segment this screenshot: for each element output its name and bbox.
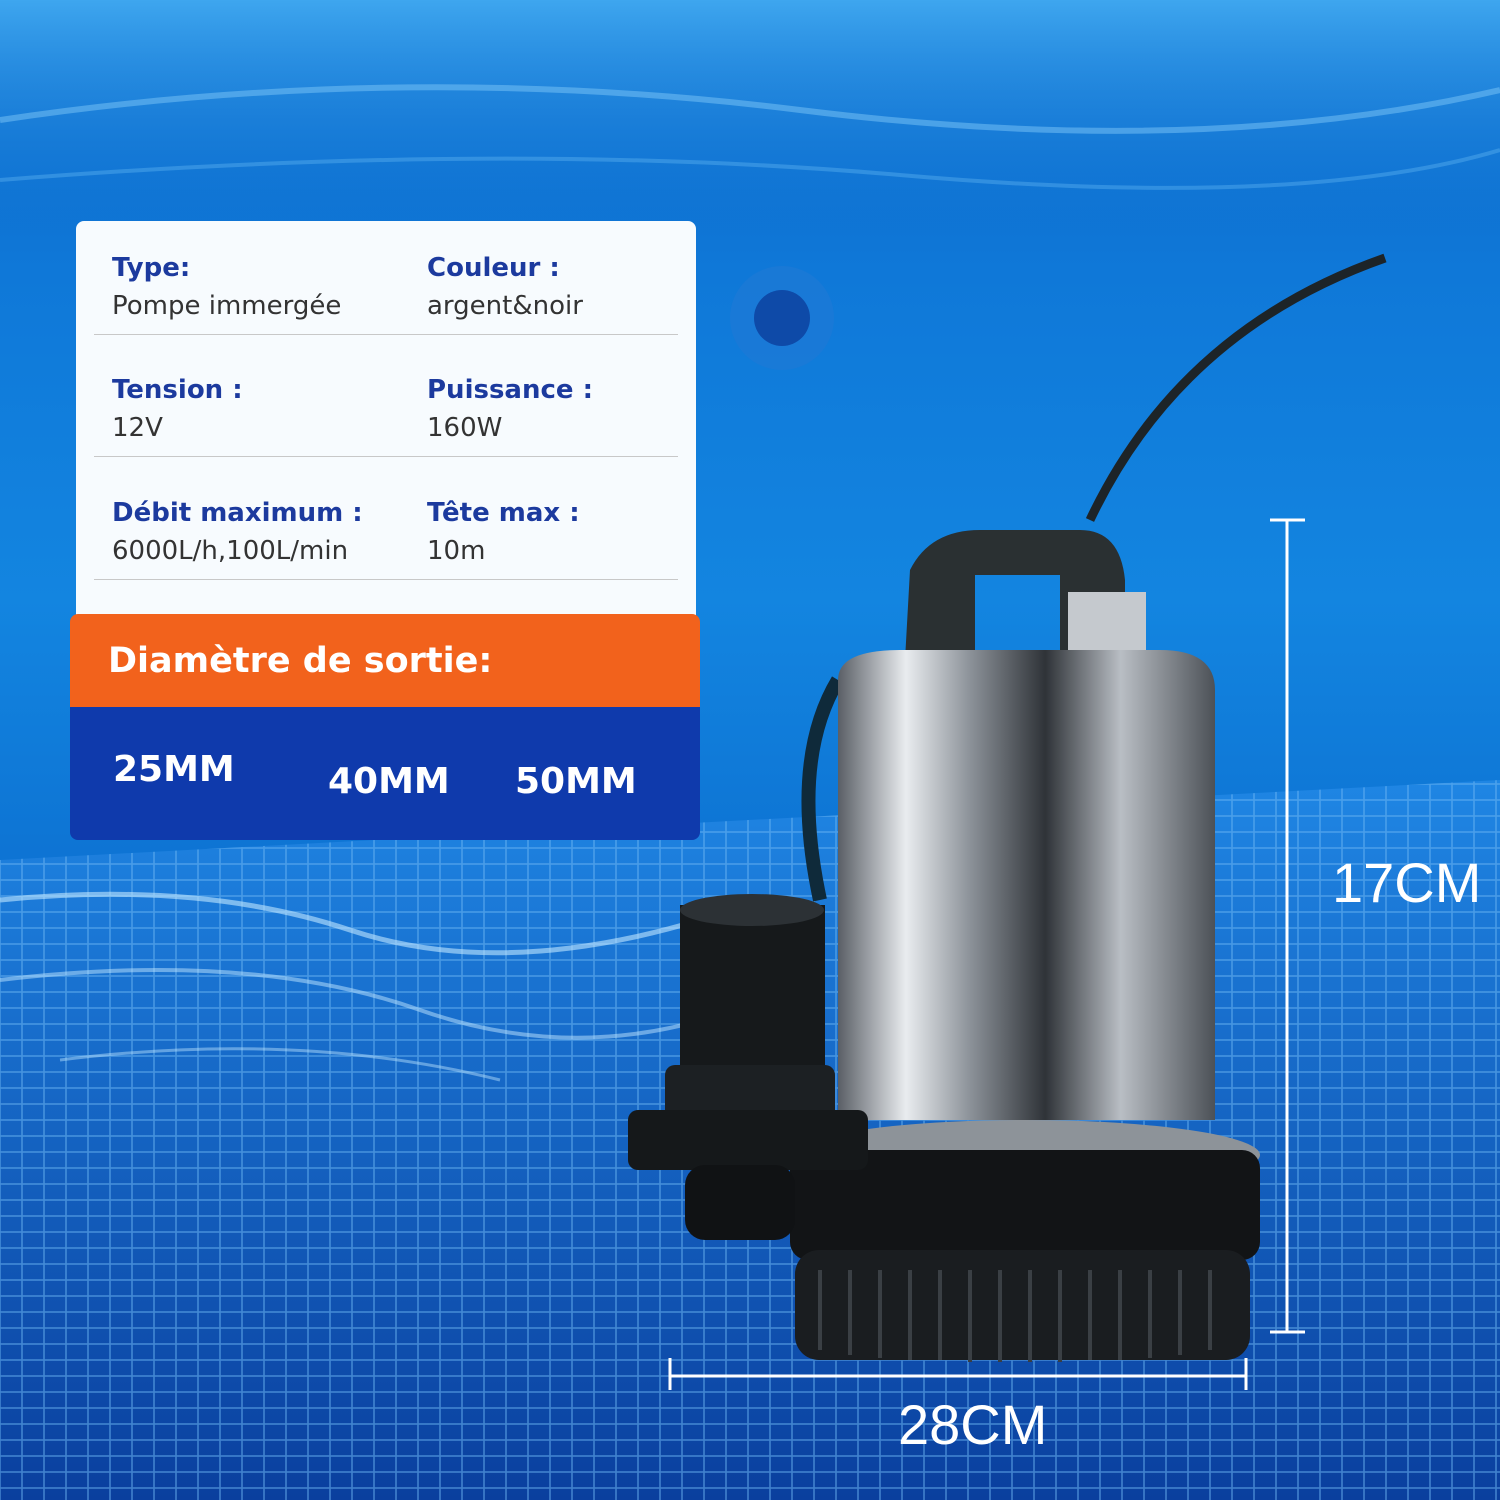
width-dimension: 28CM	[898, 1393, 1048, 1456]
height-dimension: 17CM	[1332, 851, 1482, 914]
dimension-lines	[668, 518, 1305, 1390]
product-image: Type: Pompe immergée Couleur : argent&no…	[0, 0, 1500, 1500]
